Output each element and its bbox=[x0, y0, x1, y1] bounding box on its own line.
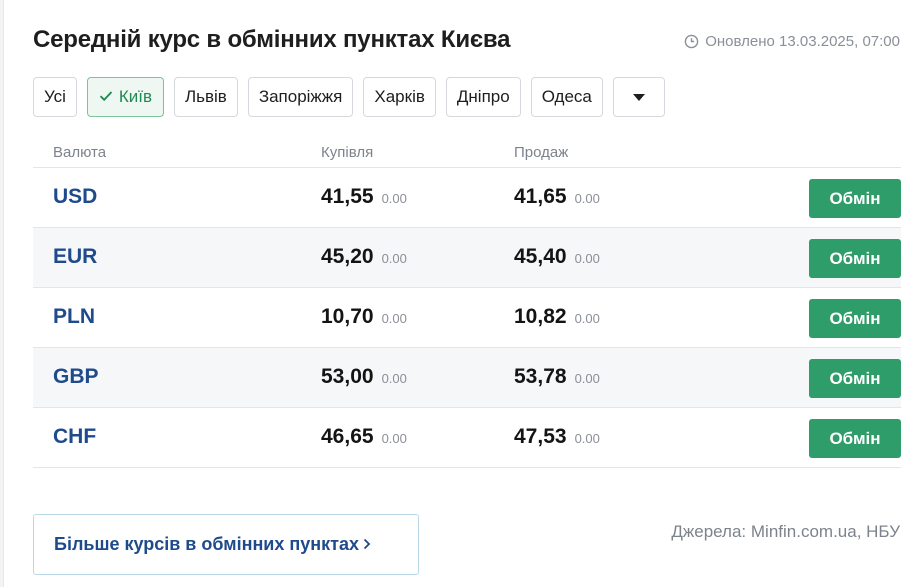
sell-change: 0.00 bbox=[574, 251, 600, 266]
city-chip-label: Дніпро bbox=[456, 87, 510, 106]
page-title: Середній курс в обмінних пунктах Києва bbox=[33, 26, 511, 53]
buy-value: 46,65 bbox=[321, 425, 374, 448]
buy-value: 45,20 bbox=[321, 245, 374, 268]
city-chip-label: Київ bbox=[118, 87, 153, 106]
table-header: Валюта Купівля Продаж bbox=[33, 137, 901, 168]
more-rates-link[interactable]: Більше курсів в обмінних пунктах bbox=[33, 514, 419, 575]
more-cities-dropdown[interactable] bbox=[612, 77, 665, 117]
column-header-buy: Купівля bbox=[321, 144, 374, 161]
sell-value: 53,78 bbox=[514, 365, 567, 388]
sell-rate: 47,53 0.00 bbox=[514, 425, 600, 449]
exchange-button[interactable]: Обмін bbox=[809, 179, 901, 218]
sell-rate: 53,78 0.00 bbox=[514, 365, 600, 389]
header: Середній курс в обмінних пунктах Києва О… bbox=[33, 24, 900, 58]
exchange-button[interactable]: Обмін bbox=[809, 359, 901, 398]
sell-value: 10,82 bbox=[514, 305, 567, 328]
city-chip-dnipro[interactable]: Дніпро bbox=[445, 77, 521, 117]
buy-change: 0.00 bbox=[381, 371, 407, 386]
city-chip-label: Львів bbox=[184, 87, 227, 106]
chevron-down-icon bbox=[632, 93, 645, 101]
currency-code: USD bbox=[53, 185, 98, 208]
more-rates-label: Більше курсів в обмінних пунктах bbox=[54, 534, 359, 554]
city-chip-lviv[interactable]: Львів bbox=[173, 77, 238, 117]
table-row: PLN 10,70 0.00 10,82 0.00 Обмін bbox=[33, 288, 901, 348]
sources-note: Джерела: Minfin.com.ua, НБУ bbox=[671, 522, 900, 541]
column-header-sell: Продаж bbox=[514, 144, 569, 161]
buy-change: 0.00 bbox=[381, 251, 407, 266]
sell-rate: 10,82 0.00 bbox=[514, 305, 600, 329]
table-row: USD 41,55 0.00 41,65 0.00 Обмін bbox=[33, 168, 901, 228]
exchange-button[interactable]: Обмін bbox=[809, 419, 901, 458]
buy-rate: 53,00 0.00 bbox=[321, 365, 407, 389]
buy-rate: 41,55 0.00 bbox=[321, 185, 407, 209]
city-chip-odesa[interactable]: Одеса bbox=[530, 77, 603, 117]
city-chip-label: Запоріжжя bbox=[258, 87, 343, 106]
buy-value: 53,00 bbox=[321, 365, 374, 388]
buy-rate: 45,20 0.00 bbox=[321, 245, 407, 269]
currency-code: PLN bbox=[53, 305, 95, 328]
table-row: EUR 45,20 0.00 45,40 0.00 Обмін bbox=[33, 228, 901, 288]
clock-icon bbox=[684, 34, 699, 49]
exchange-button[interactable]: Обмін bbox=[809, 239, 901, 278]
city-chip-kyiv[interactable]: Київ bbox=[86, 77, 164, 117]
buy-change: 0.00 bbox=[381, 431, 407, 446]
column-header-currency: Валюта bbox=[53, 144, 107, 161]
sell-value: 45,40 bbox=[514, 245, 567, 268]
currency-code: GBP bbox=[53, 365, 99, 388]
sell-change: 0.00 bbox=[574, 371, 600, 386]
buy-change: 0.00 bbox=[381, 311, 407, 326]
currency-code: CHF bbox=[53, 425, 97, 448]
city-chip-all[interactable]: Усі bbox=[33, 77, 77, 117]
city-chip-label: Одеса bbox=[541, 87, 592, 106]
chevron-right-icon bbox=[363, 534, 371, 555]
city-chip-kharkiv[interactable]: Харків bbox=[363, 77, 436, 117]
updated-text: Оновлено 13.03.2025, 07:00 bbox=[705, 33, 900, 50]
buy-rate: 10,70 0.00 bbox=[321, 305, 407, 329]
buy-rate: 46,65 0.00 bbox=[321, 425, 407, 449]
updated-timestamp: Оновлено 13.03.2025, 07:00 bbox=[684, 33, 900, 50]
buy-change: 0.00 bbox=[381, 191, 407, 206]
city-chip-label: Усі bbox=[44, 87, 66, 106]
exchange-button[interactable]: Обмін bbox=[809, 299, 901, 338]
sell-value: 47,53 bbox=[514, 425, 567, 448]
sell-change: 0.00 bbox=[574, 431, 600, 446]
sell-value: 41,65 bbox=[514, 185, 567, 208]
sell-rate: 45,40 0.00 bbox=[514, 245, 600, 269]
sell-change: 0.00 bbox=[574, 191, 600, 206]
exchange-rates-card: Середній курс в обмінних пунктах Києва О… bbox=[3, 0, 912, 587]
check-icon bbox=[99, 87, 113, 107]
table-row: CHF 46,65 0.00 47,53 0.00 Обмін bbox=[33, 408, 901, 468]
city-filter: Усі Київ Львів Запоріжжя Харків Дніпро О… bbox=[33, 77, 665, 117]
sell-rate: 41,65 0.00 bbox=[514, 185, 600, 209]
rates-table: USD 41,55 0.00 41,65 0.00 Обмін EUR 45,2… bbox=[33, 168, 901, 468]
buy-value: 10,70 bbox=[321, 305, 374, 328]
currency-code: EUR bbox=[53, 245, 98, 268]
sell-change: 0.00 bbox=[574, 311, 600, 326]
city-chip-zaporizhzhia[interactable]: Запоріжжя bbox=[247, 77, 354, 117]
city-chip-label: Харків bbox=[374, 87, 425, 106]
table-row: GBP 53,00 0.00 53,78 0.00 Обмін bbox=[33, 348, 901, 408]
buy-value: 41,55 bbox=[321, 185, 374, 208]
